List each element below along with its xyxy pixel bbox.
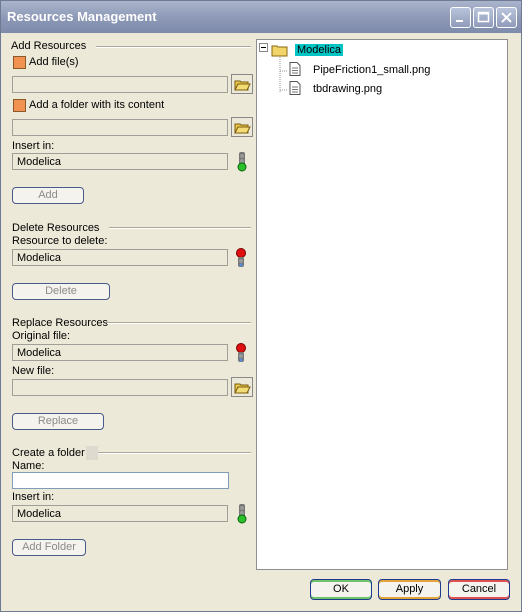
- add-files-label: Add file(s): [29, 56, 79, 68]
- close-icon: [501, 12, 512, 23]
- traffic-light-green-icon: [237, 504, 247, 524]
- original-file-label: Original file:: [12, 330, 71, 342]
- replace-button[interactable]: Replace: [12, 413, 104, 430]
- delete-resources-title: Delete Resources: [12, 222, 100, 234]
- folder-open-icon: [234, 383, 251, 394]
- add-folder-checkbox[interactable]: [13, 99, 26, 112]
- add-folder-label: Add a folder with its content: [29, 99, 165, 111]
- folder-name-input[interactable]: [12, 472, 229, 489]
- minimize-button[interactable]: [450, 7, 471, 28]
- add-folder-button[interactable]: Add Folder: [12, 539, 86, 556]
- add-files-checkbox[interactable]: [13, 56, 26, 69]
- close-button[interactable]: [496, 7, 517, 28]
- delete-button[interactable]: Delete: [12, 283, 110, 300]
- ok-button[interactable]: OK: [310, 579, 372, 600]
- new-file-label: New file:: [12, 365, 55, 377]
- traffic-light-green-icon: [237, 152, 247, 172]
- file-icon: [289, 81, 301, 95]
- create-insert-in-field: Modelica: [12, 505, 228, 522]
- section-divider: [109, 227, 251, 229]
- create-folder-title: Create a folder: [12, 447, 85, 459]
- browse-folder-button[interactable]: [231, 117, 253, 137]
- original-file-field: Modelica: [12, 344, 228, 361]
- collapse-icon[interactable]: [259, 43, 269, 53]
- new-file-input[interactable]: [12, 379, 228, 396]
- resources-management-dialog: Resources Management Add Resources Add f…: [0, 0, 522, 612]
- tree-node-root[interactable]: Modelica: [295, 44, 344, 56]
- add-files-input[interactable]: [12, 76, 228, 93]
- section-divider: [98, 452, 251, 454]
- resource-to-delete-label: Resource to delete:: [12, 235, 108, 247]
- cancel-button[interactable]: Cancel: [448, 579, 510, 600]
- folder-icon: [271, 45, 288, 57]
- add-resources-title: Add Resources: [11, 40, 87, 52]
- folder-open-icon: [234, 80, 251, 91]
- add-folder-input[interactable]: [12, 119, 228, 136]
- window-title: Resources Management: [7, 9, 157, 24]
- traffic-light-red-icon: [236, 248, 246, 267]
- title-bar[interactable]: Resources Management: [1, 1, 521, 33]
- section-divider-accent: [86, 446, 98, 460]
- browse-new-file-button[interactable]: [231, 377, 253, 397]
- add-button[interactable]: Add: [12, 187, 84, 204]
- file-icon: [289, 62, 301, 76]
- tree-node-file[interactable]: PipeFriction1_small.png: [313, 64, 430, 76]
- resource-to-delete-field: Modelica: [12, 249, 228, 266]
- maximize-icon: [477, 11, 490, 23]
- insert-in-field: Modelica: [12, 153, 228, 170]
- tree-node-file[interactable]: tbdrawing.png: [313, 83, 382, 95]
- browse-files-button[interactable]: [231, 74, 253, 94]
- section-divider: [107, 322, 251, 324]
- folder-open-icon: [234, 123, 251, 134]
- folder-name-label: Name:: [12, 460, 45, 472]
- create-insert-in-label: Insert in:: [12, 491, 55, 503]
- maximize-button[interactable]: [473, 7, 494, 28]
- resource-tree[interactable]: Modelica PipeFriction1_small.png tbdrawi…: [256, 39, 508, 570]
- replace-resources-title: Replace Resources: [12, 317, 108, 329]
- tree-node-root-label: Modelica: [295, 44, 344, 56]
- traffic-light-red-icon: [236, 343, 246, 362]
- apply-button[interactable]: Apply: [378, 579, 441, 600]
- minimize-icon: [456, 20, 463, 22]
- insert-in-label: Insert in:: [12, 140, 55, 152]
- section-divider: [96, 46, 251, 48]
